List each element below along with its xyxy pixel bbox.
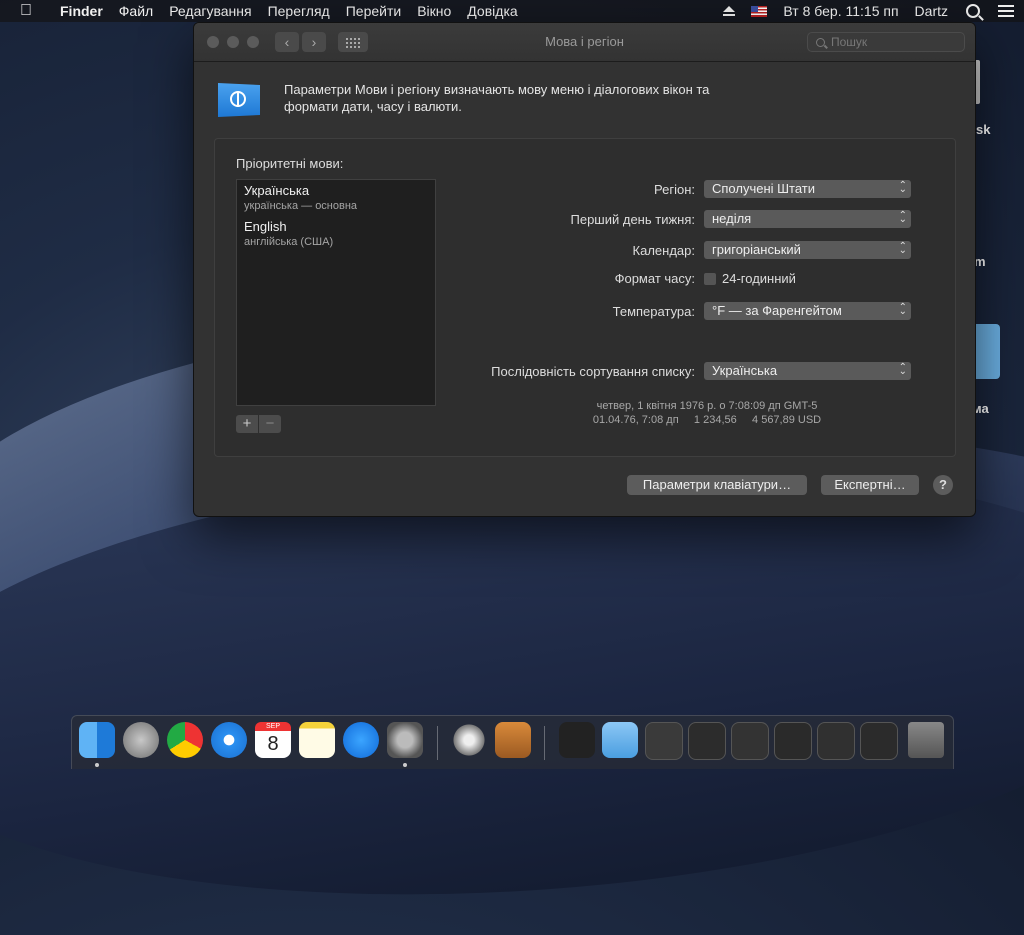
sort-order-select[interactable]: Українська [704, 359, 911, 381]
temperature-label: Температура: [612, 303, 695, 319]
menu-edit[interactable]: Редагування [161, 0, 259, 22]
calendar-month: SEP [255, 722, 291, 731]
window-thumbnail[interactable] [817, 722, 855, 760]
eject-icon[interactable] [723, 6, 736, 16]
calendar-label: Календар: [632, 242, 695, 258]
user-name[interactable]: Dartz [907, 0, 956, 22]
menu-window[interactable]: Вікно [409, 0, 459, 22]
number-format-sample: 01.04.76, 7:08 дп 1 234,56 4 567,89 USD [592, 414, 822, 426]
desktop-item-label[interactable]: sk [976, 122, 990, 137]
language-region-flag-icon [218, 83, 260, 117]
notification-center-icon[interactable] [998, 5, 1014, 17]
language-subtitle: англійська (США) [244, 236, 334, 248]
running-indicator [403, 763, 407, 767]
temperature-row: Температура: °F — за Фаренгейтом [475, 299, 911, 321]
region-select[interactable]: Сполучені Штати [704, 177, 911, 199]
running-indicator [95, 763, 99, 767]
keyboard-preferences-button[interactable]: Параметри клавіатури… [627, 475, 807, 495]
language-name: English [244, 219, 287, 234]
safari-icon[interactable] [211, 722, 247, 758]
system-preferences-icon[interactable] [387, 722, 423, 758]
window-thumbnail[interactable] [688, 722, 726, 760]
help-button[interactable]: ? [933, 475, 953, 495]
language-item[interactable]: Українська українська — основна [237, 180, 435, 216]
first-day-label: Перший день тижня: [570, 211, 696, 227]
time-format-option-label[interactable]: 24-годинний [722, 271, 796, 286]
menu-help[interactable]: Довідка [459, 0, 525, 22]
time-format-label: Формат часу: [614, 271, 695, 286]
notes-icon[interactable] [299, 722, 335, 758]
menu-view[interactable]: Перегляд [260, 0, 338, 22]
search-placeholder: Пошук [831, 35, 868, 49]
menu-bar:  Finder Файл Редагування Перегляд Перей… [0, 0, 1024, 22]
calendar-day: 8 [267, 733, 279, 755]
time-format-checkbox[interactable] [704, 272, 716, 285]
remove-language-button[interactable]: − [259, 415, 281, 433]
pane-header: Параметри Мови і регіону визначають мову… [218, 81, 734, 117]
folder-icon[interactable] [602, 722, 638, 758]
preferred-languages-label: Пріоритетні мови: [236, 156, 344, 171]
window-thumbnail[interactable] [645, 722, 683, 760]
calendar-select[interactable]: григоріанський [704, 238, 911, 260]
temperature-select[interactable]: °F — за Фаренгейтом [704, 299, 911, 321]
menu-app-name[interactable]: Finder [52, 0, 111, 22]
dock-separator [544, 726, 545, 760]
preferred-languages-list[interactable]: Українська українська — основна English … [236, 179, 436, 406]
settings-panel: Пріоритетні мови: Українська українська … [214, 138, 956, 457]
advanced-button[interactable]: Експертні… [821, 475, 919, 495]
chrome-icon[interactable] [167, 722, 203, 758]
trash-icon[interactable] [908, 722, 944, 758]
launchpad-icon[interactable] [123, 722, 159, 758]
calendar-icon[interactable]: SEP 8 [255, 722, 291, 758]
sort-order-row: Послідовність сортування списку: Українс… [475, 359, 911, 381]
apple-menu-icon[interactable]:  [0, 0, 52, 22]
app-store-icon[interactable] [343, 722, 379, 758]
sort-order-label: Послідовність сортування списку: [491, 363, 695, 379]
first-day-row: Перший день тижня: неділя [475, 207, 911, 229]
search-field[interactable]: Пошук [807, 32, 965, 52]
language-subtitle: українська — основна [244, 200, 358, 212]
finder-icon[interactable] [79, 722, 115, 758]
date-format-sample: четвер, 1 квітня 1976 р. о 7:08:09 дп GM… [596, 400, 818, 412]
add-language-button[interactable]: + [236, 415, 258, 433]
input-source-flag-icon[interactable] [751, 5, 768, 17]
region-row: Регіон: Сполучені Штати [475, 177, 911, 199]
window-thumbnail[interactable] [731, 722, 769, 760]
language-name: Українська [244, 183, 310, 198]
clock[interactable]: Вт 8 бер. 11:15 пп [775, 0, 906, 22]
automator-icon[interactable] [451, 722, 487, 758]
first-day-select[interactable]: неділя [704, 207, 911, 229]
pane-description: Параметри Мови і регіону визначають мову… [284, 82, 710, 114]
menu-go[interactable]: Перейти [338, 0, 409, 22]
dock: SEP 8 [71, 715, 954, 769]
language-item[interactable]: English англійська (США) [237, 216, 435, 252]
activity-monitor-icon[interactable] [559, 722, 595, 758]
window-titlebar[interactable]: ‹ › Мова і регіон Пошук [194, 23, 975, 62]
text-editor-icon[interactable] [495, 722, 531, 758]
menu-file[interactable]: Файл [111, 0, 161, 22]
calendar-row: Календар: григоріанський [475, 238, 911, 260]
dock-separator [437, 726, 438, 760]
region-label: Регіон: [654, 181, 695, 197]
window-thumbnail[interactable] [774, 722, 812, 760]
window-thumbnail[interactable] [860, 722, 898, 760]
time-format-row: Формат часу: 24-годинний [475, 271, 796, 286]
language-region-window: ‹ › Мова і регіон Пошук Параметри Мови і… [193, 22, 976, 517]
spotlight-search-icon[interactable] [966, 4, 980, 18]
search-icon [816, 37, 825, 47]
